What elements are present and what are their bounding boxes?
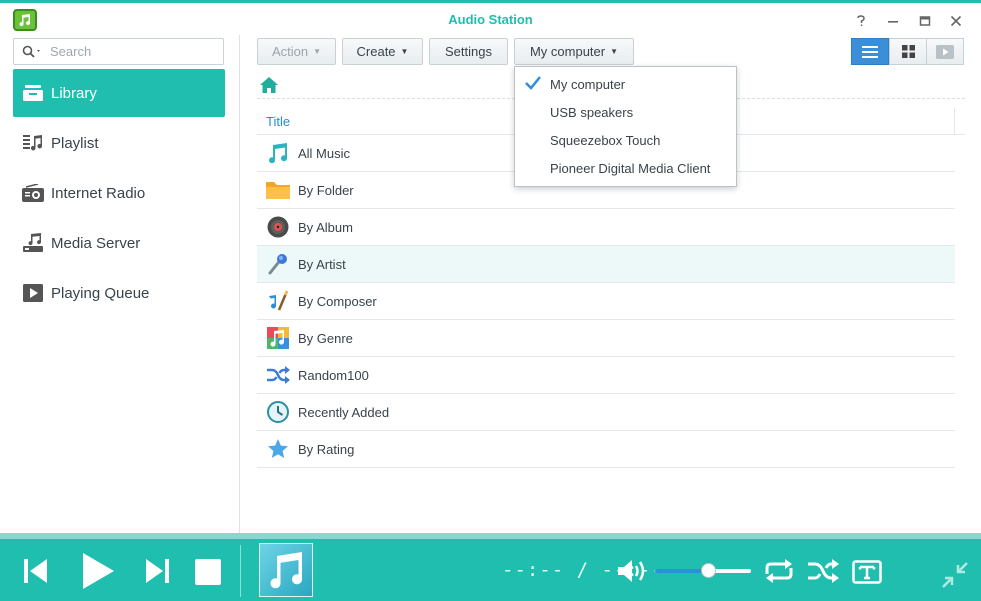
sidebar-item-library[interactable]: Library <box>13 69 225 117</box>
column-title[interactable]: Title <box>266 114 290 129</box>
volume-level <box>655 569 708 573</box>
grid-view-button[interactable] <box>889 38 927 65</box>
volume-handle[interactable] <box>700 563 716 578</box>
window-title: Audio Station <box>448 12 533 27</box>
playing-queue-icon <box>22 283 44 303</box>
title-bar: Audio Station <box>0 0 981 35</box>
album-icon <box>266 215 290 239</box>
music-note-icon <box>270 552 303 589</box>
clock-icon <box>266 400 290 424</box>
shuffle-icon <box>266 363 290 387</box>
settings-button[interactable]: Settings <box>429 38 508 65</box>
sidebar-item-label: Playlist <box>51 134 99 152</box>
playlist-icon <box>22 133 44 153</box>
player-bar: --:-- / --:-- <box>0 533 981 601</box>
list-item-by-rating[interactable]: By Rating <box>257 431 955 468</box>
list-item-by-artist[interactable]: By Artist <box>257 246 955 283</box>
microphone-icon <box>266 252 290 276</box>
caret-down-icon: ▼ <box>313 47 322 56</box>
home-icon[interactable] <box>260 77 278 93</box>
genre-icon <box>266 326 290 350</box>
volume-icon[interactable] <box>616 559 650 583</box>
sidebar-item-label: Internet Radio <box>51 184 146 202</box>
lyrics-icon[interactable] <box>851 559 883 585</box>
caret-down-icon: ▼ <box>400 47 409 56</box>
menu-item-pioneer-digital-media-client[interactable]: Pioneer Digital Media Client <box>515 154 736 182</box>
caret-down-icon: ▼ <box>610 47 619 56</box>
create-button[interactable]: Create ▼ <box>342 38 423 65</box>
action-button[interactable]: Action ▼ <box>257 38 336 65</box>
search-icon[interactable] <box>22 45 42 59</box>
player-divider <box>240 545 241 597</box>
list-item-by-album[interactable]: By Album <box>257 209 955 246</box>
radio-icon <box>22 183 44 203</box>
sidebar-item-label: Library <box>51 84 97 102</box>
search-input[interactable] <box>50 44 200 59</box>
search-box[interactable] <box>13 38 224 65</box>
menu-item-my-computer[interactable]: My computer <box>515 70 736 98</box>
grid-view-icon <box>901 45 915 58</box>
menu-item-squeezebox-touch[interactable]: Squeezebox Touch <box>515 126 736 154</box>
library-icon <box>22 83 44 103</box>
close-icon[interactable] <box>946 11 966 31</box>
sidebar-item-media-server[interactable]: Media Server <box>13 219 225 267</box>
composer-icon <box>266 289 290 313</box>
next-icon[interactable] <box>143 557 171 585</box>
play-icon[interactable] <box>78 551 118 591</box>
media-server-icon <box>22 233 44 253</box>
sidebar-item-playlist[interactable]: Playlist <box>13 119 225 167</box>
music-note-icon <box>266 141 290 165</box>
maximize-icon[interactable] <box>915 11 935 31</box>
column-divider <box>954 108 955 134</box>
list-item-recently-added[interactable]: Recently Added <box>257 394 955 431</box>
list-view-icon <box>862 45 878 58</box>
sidebar-item-label: Playing Queue <box>51 284 150 302</box>
video-view-icon <box>936 44 954 59</box>
output-device-menu: My computer USB speakers Squeezebox Touc… <box>514 66 737 187</box>
sidebar: Library Playlist Internet Radio Media Se… <box>0 35 240 533</box>
sidebar-item-internet-radio[interactable]: Internet Radio <box>13 169 225 217</box>
previous-icon[interactable] <box>22 557 50 585</box>
list-view-button[interactable] <box>851 38 889 65</box>
sidebar-item-playing-queue[interactable]: Playing Queue <box>13 269 225 317</box>
shuffle-icon[interactable] <box>806 557 840 585</box>
list-item-by-genre[interactable]: By Genre <box>257 320 955 357</box>
help-icon[interactable] <box>851 11 871 31</box>
volume-slider[interactable] <box>655 563 751 578</box>
collapse-icon[interactable] <box>940 561 970 589</box>
video-view-button[interactable] <box>926 38 964 65</box>
list-item-random100[interactable]: Random100 <box>257 357 955 394</box>
stop-icon[interactable] <box>194 558 222 586</box>
star-icon <box>266 437 290 461</box>
minimize-icon[interactable] <box>883 11 903 31</box>
folder-icon <box>266 178 290 202</box>
checkmark-icon <box>525 76 541 90</box>
repeat-icon[interactable] <box>762 557 796 585</box>
list-item-by-composer[interactable]: By Composer <box>257 283 955 320</box>
menu-item-usb-speakers[interactable]: USB speakers <box>515 98 736 126</box>
sidebar-item-label: Media Server <box>51 234 141 252</box>
output-device-button[interactable]: My computer ▼ <box>514 38 634 65</box>
album-cover[interactable] <box>259 543 313 597</box>
